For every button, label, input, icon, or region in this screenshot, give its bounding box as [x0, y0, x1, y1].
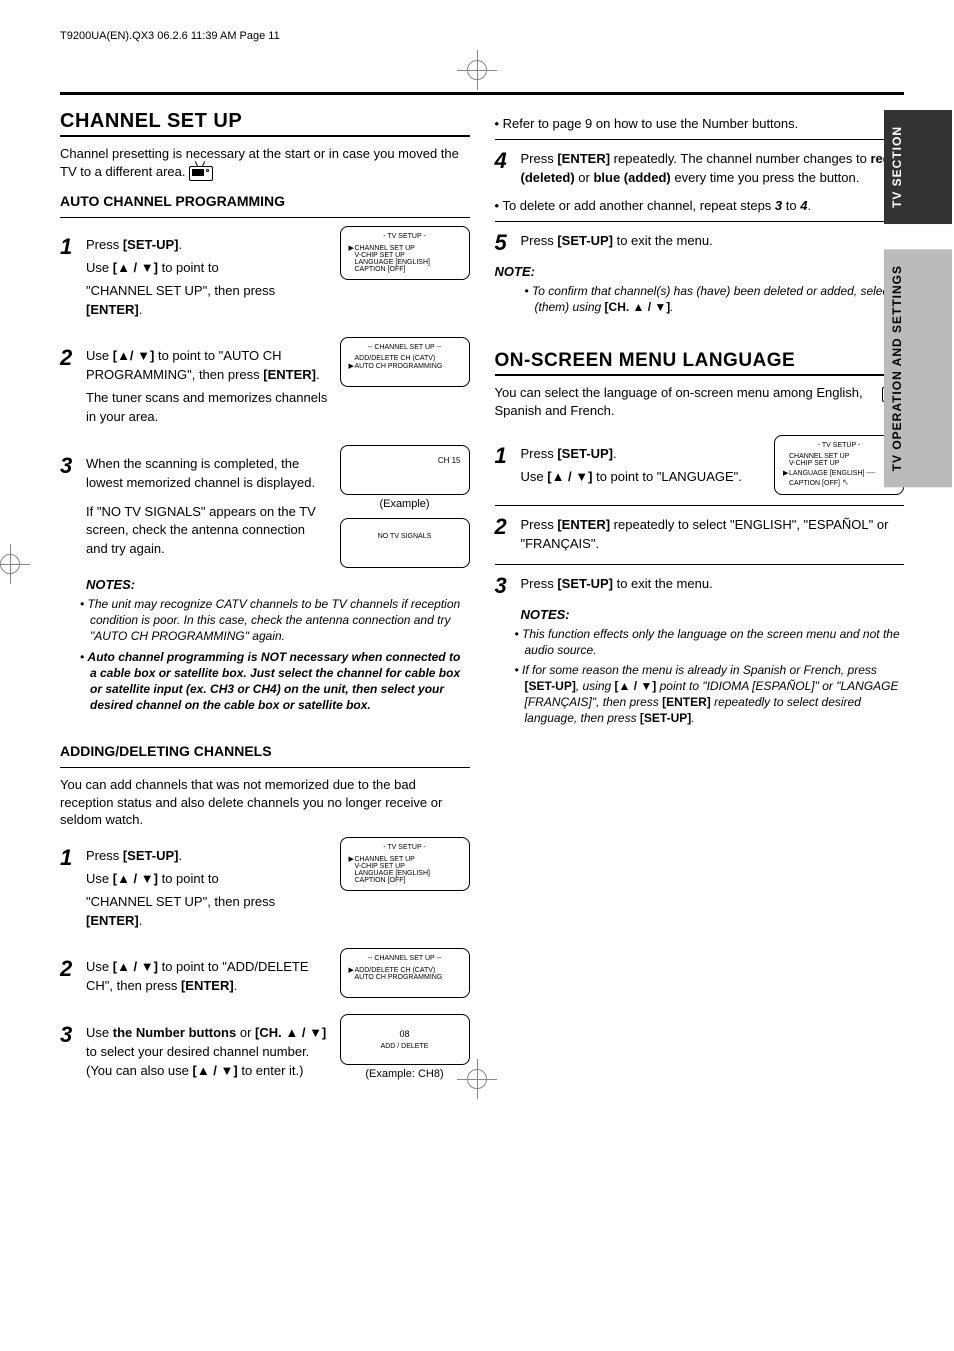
- osd-no-signal: NO TV SIGNALS: [340, 518, 470, 568]
- subheading-auto-programming: AUTO CHANNEL PROGRAMMING: [60, 193, 470, 209]
- language-intro: You can select the language of on-screen…: [495, 384, 873, 419]
- section-title-language: ON-SCREEN MENU LANGUAGE: [495, 350, 796, 372]
- step-3: 3 When the scanning is completed, the lo…: [60, 455, 330, 559]
- side-tab-section: TV SECTION: [884, 110, 952, 224]
- osd-scan-caption: (Example): [340, 498, 470, 510]
- crop-mark-top: [457, 50, 497, 90]
- right-step-5: 5 Press [SET-UP] to exit the menu.: [495, 232, 905, 254]
- right-bullet-1: Refer to page 9 on how to use the Number…: [495, 116, 905, 131]
- crop-mark-bottom: [457, 1059, 497, 1099]
- osd-scan-result: CH 15: [340, 445, 470, 495]
- section-title-channel-setup: CHANNEL SET UP: [60, 110, 470, 133]
- side-tab-operation: TV OPERATION AND SETTINGS: [884, 249, 952, 487]
- lang-notes-heading: NOTES:: [495, 607, 905, 622]
- crop-mark-left: [0, 544, 30, 584]
- osd-channel-setup: -- CHANNEL SET UP -- ADD/DELETE CH (CATV…: [340, 337, 470, 387]
- lang-notes-list: This function effects only the language …: [495, 626, 905, 727]
- add-step-3: 3 Use the Number buttons or [CH. ▲ / ▼] …: [60, 1024, 330, 1081]
- osd-add-caption: (Example: CH8): [340, 1068, 470, 1080]
- add-step-2: 2 Use [▲ / ▼] to point to "ADD/DELETE CH…: [60, 958, 330, 996]
- step-1: 1 Press [SET-UP]. Use [▲ / ▼] to point t…: [60, 236, 330, 319]
- right-step-4: 4 Press [ENTER] repeatedly. The channel …: [495, 150, 905, 188]
- add-delete-intro: You can add channels that was not memori…: [60, 776, 470, 829]
- intro-text: Channel presetting is necessary at the s…: [60, 145, 470, 181]
- right-note-list: To confirm that channel(s) has (have) be…: [495, 283, 905, 315]
- osd-tv-setup: - TV SETUP - ▶CHANNEL SET UP V-CHIP SET …: [340, 226, 470, 280]
- subheading-add-delete: ADDING/DELETING CHANNELS: [60, 743, 470, 759]
- osd-tv-setup-2: - TV SETUP - ▶CHANNEL SET UP V-CHIP SET …: [340, 837, 470, 891]
- osd-add-delete: 08 ADD / DELETE: [340, 1014, 470, 1065]
- top-rule: [60, 92, 904, 95]
- lang-step-2: 2 Press [ENTER] repeatedly to select "EN…: [495, 516, 905, 554]
- add-step-1: 1 Press [SET-UP]. Use [▲ / ▼] to point t…: [60, 847, 330, 930]
- tv-icon: [189, 163, 211, 181]
- file-header: T9200UA(EN).QX3 06.2.6 11:39 AM Page 11: [60, 30, 904, 42]
- lang-step-3: 3 Press [SET-UP] to exit the menu.: [495, 575, 905, 597]
- notes-list: The unit may recognize CATV channels to …: [60, 596, 470, 713]
- osd-channel-setup-2: -- CHANNEL SET UP -- ▶ADD/DELETE CH (CAT…: [340, 948, 470, 998]
- right-note-heading: NOTE:: [495, 264, 905, 279]
- right-bullet-2: To delete or add another channel, repeat…: [495, 198, 905, 213]
- notes-heading: NOTES:: [60, 577, 470, 592]
- step-2: 2 Use [▲/ ▼] to point to "AUTO CH PROGRA…: [60, 347, 330, 426]
- lang-step-1: 1 Press [SET-UP]. Use [▲ / ▼] to point t…: [495, 445, 765, 487]
